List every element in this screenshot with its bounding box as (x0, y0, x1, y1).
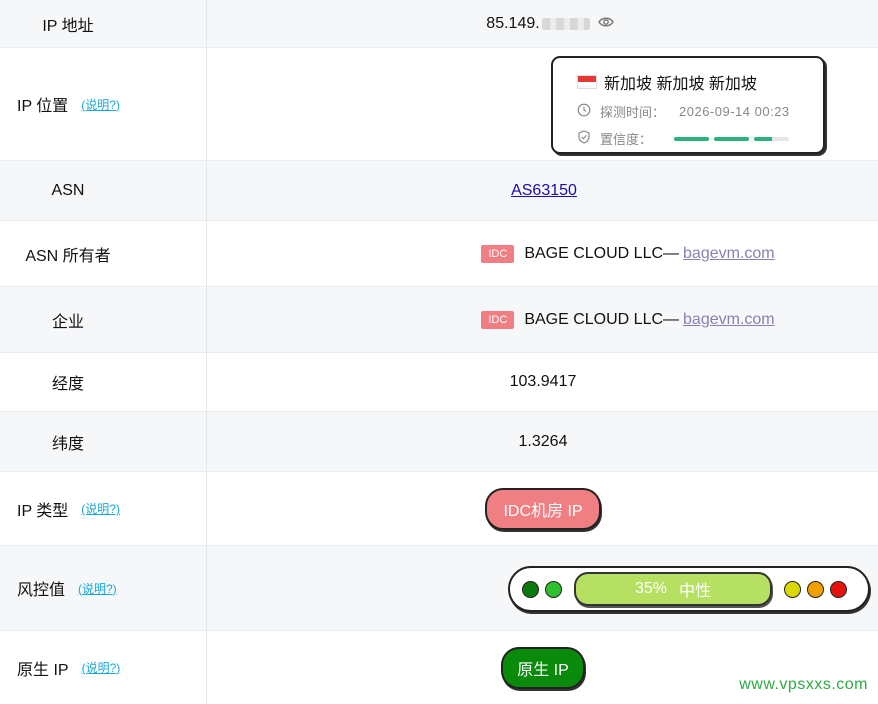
risk-label: 风控值 (17, 582, 66, 599)
risk-dot-green (545, 580, 562, 598)
label-cell: ASN (0, 161, 207, 220)
asn-link[interactable]: AS63150 (511, 182, 577, 200)
row-company: 企业 IDC BAGE CLOUD LLC — bagevm.com (0, 287, 878, 353)
company-name: BAGE CLOUD LLC (524, 310, 664, 328)
asn-label: ASN (51, 181, 85, 199)
label-cell: ASN 所有者 (0, 221, 207, 286)
asn-owner-value: IDC BAGE CLOUD LLC — bagevm.com (481, 244, 775, 263)
owner-name: BAGE CLOUD LLC (524, 244, 664, 262)
risk-bar: 35% 中性 (574, 572, 772, 606)
latitude-label: 纬度 (51, 435, 84, 453)
explain-link[interactable]: (说明?) (81, 96, 120, 113)
shield-check-icon (577, 130, 591, 147)
watermark: www.vpsxxs.com (739, 676, 868, 693)
row-longitude: 经度 103.9417 (0, 353, 878, 412)
company-value: IDC BAGE CLOUD LLC — bagevm.com (481, 310, 775, 329)
label-cell: 纬度 (0, 412, 207, 471)
idc-badge: IDC (481, 244, 515, 263)
value-cell: 103.9417 (208, 353, 878, 411)
confidence-segment (674, 136, 710, 141)
risk-dot-red (830, 580, 847, 598)
ip-address-value: 85.149. (486, 14, 540, 32)
value-cell: IDC机房 IP (208, 472, 878, 545)
label-cell: IP 位置 (说明?) (0, 48, 207, 160)
company-dash: — (663, 310, 680, 328)
ip-type-label: IP 类型 (17, 502, 69, 520)
risk-level: 中性 (679, 583, 712, 600)
ip-address-label: IP 地址 (42, 17, 94, 35)
detect-time-value: 2026-09-14 00:23 (679, 104, 790, 119)
confidence-label: 置信度： (600, 132, 653, 147)
risk-meter: 35% 中性 (508, 566, 870, 612)
idc-badge: IDC (481, 310, 515, 329)
label-cell: 原生 IP (说明?) (0, 631, 207, 704)
value-cell: AS63150 (208, 161, 878, 220)
longitude-value: 103.9417 (509, 373, 577, 390)
detect-time-label: 探测时间： (600, 105, 666, 120)
explain-link[interactable]: (说明?) (82, 659, 121, 676)
risk-dot-yellow (784, 580, 801, 598)
location-card: 新加坡 新加坡 新加坡 探测时间： 2026-09-14 00:23 置信度： (551, 56, 825, 154)
risk-percent: 35% (634, 580, 667, 597)
company-label: 企业 (51, 313, 84, 331)
row-asn: ASN AS63150 (0, 161, 878, 221)
label-cell: IP 地址 (0, 0, 207, 47)
label-cell: 风控值 (说明?) (0, 546, 207, 630)
explain-link[interactable]: (说明?) (78, 580, 117, 597)
confidence-segment (754, 136, 790, 141)
risk-dot-dark-green (522, 580, 539, 598)
explain-link[interactable]: (说明?) (81, 500, 120, 517)
value-cell: 85.149. (208, 0, 878, 47)
row-asn-owner: ASN 所有者 IDC BAGE CLOUD LLC — bagevm.com (0, 221, 878, 287)
row-ip-type: IP 类型 (说明?) IDC机房 IP (0, 472, 878, 546)
longitude-label: 经度 (51, 376, 84, 393)
value-cell: IDC BAGE CLOUD LLC — bagevm.com (208, 221, 878, 286)
row-risk: 风控值 (说明?) 35% 中性 (0, 546, 878, 631)
confidence-segment (714, 136, 750, 141)
label-cell: IP 类型 (说明?) (0, 472, 207, 545)
label-cell: 经度 (0, 353, 207, 411)
value-cell: IDC BAGE CLOUD LLC — bagevm.com (208, 287, 878, 352)
owner-dash: — (663, 244, 680, 262)
confidence-bar (674, 136, 790, 141)
value-cell: 1.3264 (208, 412, 878, 471)
location-place: 新加坡 新加坡 新加坡 (604, 76, 757, 93)
row-latitude: 纬度 1.3264 (0, 412, 878, 472)
singapore-flag-icon (577, 75, 597, 89)
risk-dot-orange (807, 580, 824, 598)
row-ip-address: IP 地址 85.149. (0, 0, 878, 48)
owner-domain-link[interactable]: bagevm.com (683, 245, 775, 263)
eye-icon[interactable] (597, 15, 614, 33)
native-ip-label: 原生 IP (17, 661, 69, 679)
company-domain-link[interactable]: bagevm.com (683, 311, 775, 329)
ip-blur-mask (541, 17, 590, 30)
native-ip-pill: 原生 IP (501, 646, 585, 689)
clock-icon (577, 103, 591, 120)
latitude-value: 1.3264 (518, 432, 568, 450)
asn-owner-label: ASN 所有者 (25, 247, 111, 265)
label-cell: 企业 (0, 287, 207, 352)
ip-location-label: IP 位置 (17, 98, 69, 115)
ip-type-pill: IDC机房 IP (485, 487, 601, 530)
